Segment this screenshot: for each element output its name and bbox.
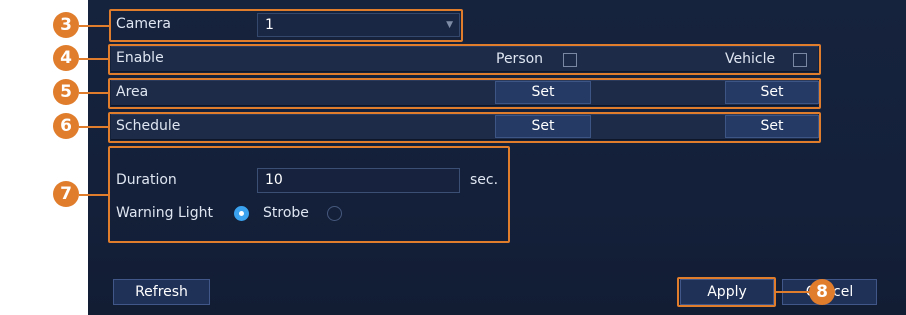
callout-marker-4: 4	[53, 45, 79, 71]
callout-marker-8: 8	[809, 279, 835, 305]
callout-line-4	[79, 58, 109, 60]
callout-line-6	[79, 126, 109, 128]
callout-line-8	[776, 291, 812, 293]
callout-marker-5: 5	[53, 79, 79, 105]
camera-label: Camera	[116, 16, 171, 32]
dropdown-arrow-icon: ▼	[446, 20, 453, 30]
callout-marker-7: 7	[53, 181, 79, 207]
refresh-button[interactable]: Refresh	[113, 279, 210, 305]
callout-marker-6: 6	[53, 113, 79, 139]
duration-unit: sec.	[470, 172, 499, 188]
schedule-label: Schedule	[116, 118, 181, 134]
duration-input[interactable]: 10	[257, 168, 460, 193]
person-label: Person	[496, 51, 544, 67]
camera-select-value: 1	[265, 17, 274, 33]
callout-box-enable	[108, 44, 821, 75]
strobe-radio[interactable]	[327, 206, 342, 221]
callout-box-duration-group	[108, 146, 510, 243]
duration-label: Duration	[116, 172, 177, 188]
area-set-button-2[interactable]: Set	[725, 81, 819, 104]
callout-box-apply	[677, 277, 776, 307]
enable-label: Enable	[116, 50, 164, 66]
warning-light-radio[interactable]	[234, 206, 249, 221]
callout-marker-3: 3	[53, 12, 79, 38]
camera-select[interactable]: 1 ▼	[257, 13, 460, 37]
person-checkbox[interactable]	[563, 53, 577, 67]
callout-box-schedule	[108, 112, 821, 143]
strobe-label: Strobe	[263, 205, 309, 221]
vehicle-label: Vehicle	[725, 51, 776, 67]
vehicle-checkbox[interactable]	[793, 53, 807, 67]
warning-light-label: Warning Light	[116, 205, 213, 221]
area-set-button-1[interactable]: Set	[495, 81, 591, 104]
schedule-set-button-1[interactable]: Set	[495, 115, 591, 138]
callout-line-3	[79, 25, 109, 27]
callout-line-7	[79, 194, 109, 196]
callout-box-area	[108, 78, 821, 109]
callout-line-5	[79, 92, 109, 94]
area-label: Area	[116, 84, 149, 100]
schedule-set-button-2[interactable]: Set	[725, 115, 819, 138]
